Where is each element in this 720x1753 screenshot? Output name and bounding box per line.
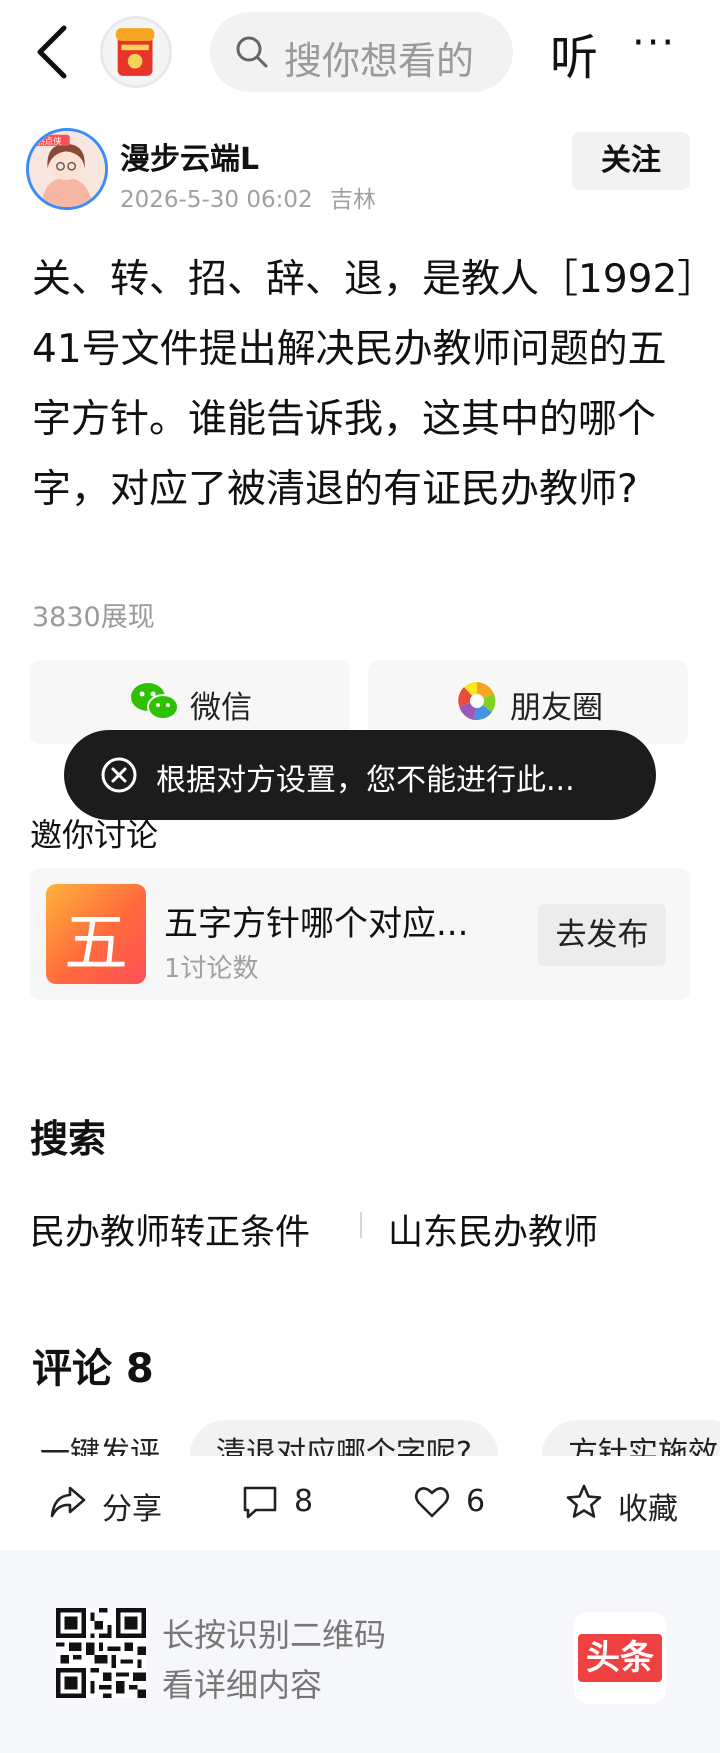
search-suggestion[interactable]: 山东民办教师 [388,1204,598,1255]
thumbnail-char: 五 [64,907,128,981]
like-button[interactable]: 6 [412,1482,502,1526]
more-menu-button[interactable]: ··· [632,20,676,66]
comment-chips: 一键发评 清退对应哪个字呢? 方针实施效 [0,1420,720,1456]
discussion-card[interactable]: 五 五字方针哪个对应... 1讨论数 去发布 [30,868,690,1000]
publish-button[interactable]: 去发布 [538,904,666,966]
discussion-thumbnail: 五 [46,884,146,984]
close-circle-icon [101,757,137,793]
wechat-label: 微信 [190,690,252,726]
share-button[interactable]: 分享 [48,1482,168,1527]
comment-icon [243,1486,277,1519]
quick-comment-chip[interactable]: 一键发评 [14,1420,186,1456]
search-section-title: 搜索 [30,1117,107,1161]
toast-message: 根据对方设置，您不能进行此... [64,730,656,820]
discussion-title: 五字方针哪个对应... [164,904,469,944]
brand-logo-text: 头条 [578,1634,662,1682]
search-box[interactable]: 搜你想看的 [210,12,513,92]
post-text: 关、转、招、辞、退，是教人［1992］41号文件提出解决民办教师问题的五字方针。… [32,257,697,512]
post-timestamp: 2026-5-30 06:02 [120,187,313,213]
search-icon [236,36,268,68]
star-icon [566,1484,602,1518]
back-icon[interactable] [30,22,74,82]
post-meta: 2026-5-30 06:02 吉林 [120,180,376,214]
post-location: 吉林 [329,187,376,213]
listen-button[interactable]: 听 [550,18,598,88]
top-bar: 搜你想看的 听 ··· [0,0,720,110]
impressions-count: 3830展现 [32,602,155,633]
comment-count: 8 [294,1484,314,1519]
svg-text:热点侠: 热点侠 [36,136,62,146]
favorite-label: 收藏 [618,1492,678,1527]
heart-icon [414,1487,450,1518]
follow-button[interactable]: 关注 [572,132,690,190]
author-name[interactable]: 漫步云端L [120,134,259,178]
share-icon [50,1486,86,1518]
toast-text: 根据对方设置，您不能进行此... [156,763,575,798]
like-count: 6 [466,1484,486,1519]
divider [360,1212,362,1238]
search-suggestion[interactable]: 民办教师转正条件 [30,1204,310,1255]
author-avatar[interactable]: 热点侠 [26,128,108,210]
quick-comment-chip[interactable]: 清退对应哪个字呢? [190,1420,498,1456]
discussion-count: 1讨论数 [164,954,259,984]
qr-code-icon [56,1608,146,1698]
qr-hint-line1: 长按识别二维码 [162,1616,387,1654]
moments-label: 朋友圈 [510,690,603,726]
red-bag-icon[interactable] [100,16,172,88]
moments-icon [457,681,497,721]
comments-title: 评论 8 [32,1346,154,1392]
wechat-icon [131,683,179,720]
share-label: 分享 [102,1492,162,1527]
qr-hint-line2: 看详细内容 [162,1666,323,1704]
favorite-button[interactable]: 收藏 [564,1482,694,1527]
action-bar: 分享 8 6 收藏 [0,1456,720,1550]
comment-button[interactable]: 8 [240,1482,330,1526]
footer-qr-banner: 长按识别二维码 看详细内容 头条 [0,1550,720,1753]
quick-comment-chip[interactable]: 方针实施效 [542,1420,720,1456]
search-placeholder: 搜你想看的 [284,39,475,83]
toutiao-logo: 头条 [574,1612,666,1704]
